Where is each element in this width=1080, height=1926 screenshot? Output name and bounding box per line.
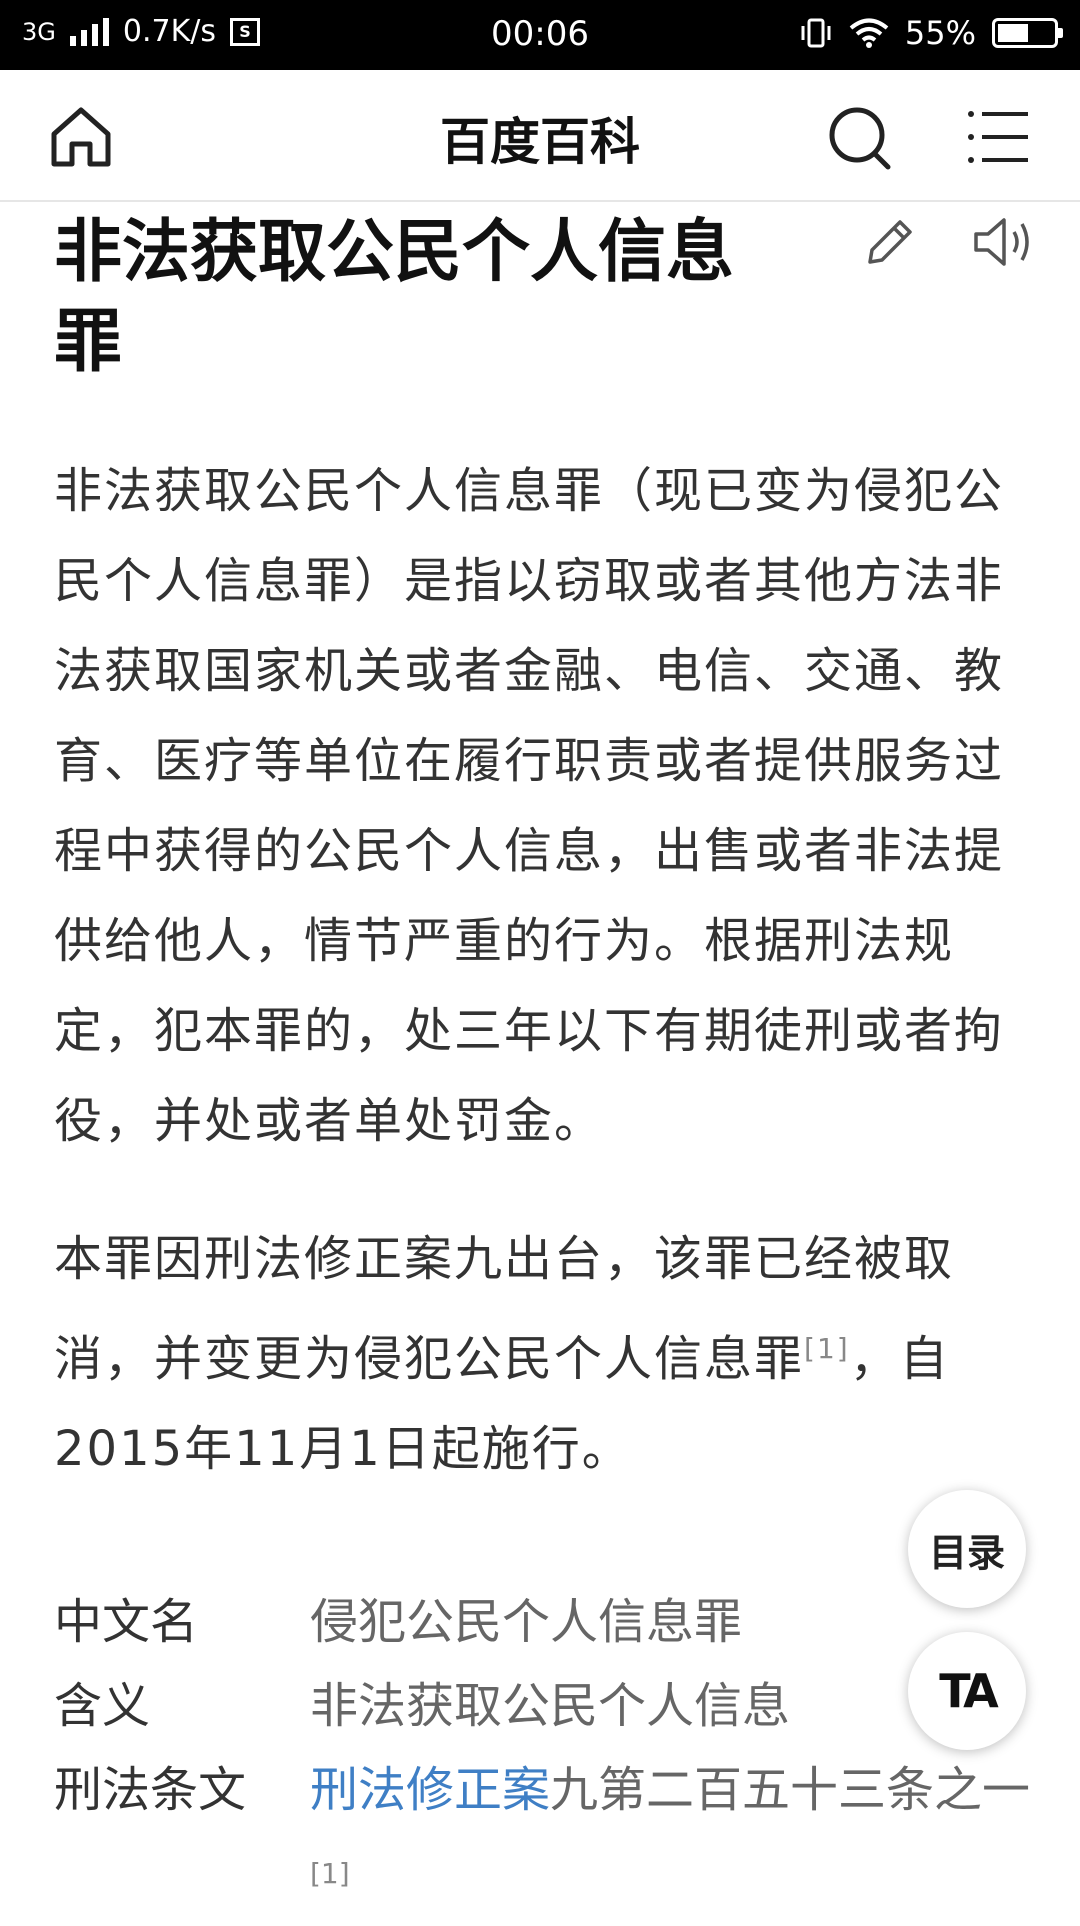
battery-percent: 55% — [904, 14, 976, 52]
app-title: 百度百科 — [440, 113, 640, 171]
info-value-text: 九第二百五十三条之一 — [550, 1762, 1031, 1818]
info-value: 刑法修正案九第二百五十三条之一 [1] — [310, 1748, 1034, 1926]
nav-bar: 百度百科 — [0, 70, 1080, 202]
speaker-icon[interactable] — [970, 212, 1036, 272]
info-row: 中文名 侵犯公民个人信息罪 — [54, 1580, 1034, 1664]
article-paragraph: 非法获取公民个人信息罪（现已变为侵犯公民个人信息罪）是指以窃取或者其他方法非法获… — [54, 463, 1005, 1149]
info-key: 刑法条文 — [54, 1762, 247, 1818]
status-bar: 3G 0.7K/s S 00:06 55% — [0, 0, 1080, 70]
menu-icon[interactable] — [966, 104, 1032, 170]
citation-link[interactable]: [1] — [310, 1857, 350, 1890]
vibrate-icon — [801, 18, 831, 48]
info-link[interactable]: 刑法修正案 — [310, 1762, 550, 1818]
basic-info-box: 中文名 侵犯公民个人信息罪 含义 非法获取公民个人信息 刑法条文 刑法修正案九第… — [54, 1580, 1034, 1926]
page-title: 非法获取公民个人信息罪 — [54, 213, 735, 382]
info-key: 中文名 — [54, 1594, 199, 1650]
battery-icon — [992, 18, 1063, 48]
article-paragraph: 本罪因刑法修正案九出台，该罪已经被取消，并变更为侵犯公民个人信息罪[1]，自20… — [54, 1214, 1034, 1494]
info-row: 含义 非法获取公民个人信息 — [54, 1664, 1034, 1748]
wifi-icon — [849, 18, 889, 48]
edit-icon[interactable] — [862, 214, 918, 270]
toc-button[interactable]: 目录 — [908, 1490, 1026, 1608]
info-key: 含义 — [54, 1678, 151, 1734]
info-row: 刑法条文 刑法修正案九第二百五十三条之一 [1] — [54, 1748, 1034, 1926]
citation-link[interactable]: [1] — [804, 1332, 850, 1365]
search-icon[interactable] — [824, 102, 894, 172]
ta-button[interactable]: TA — [908, 1632, 1026, 1750]
